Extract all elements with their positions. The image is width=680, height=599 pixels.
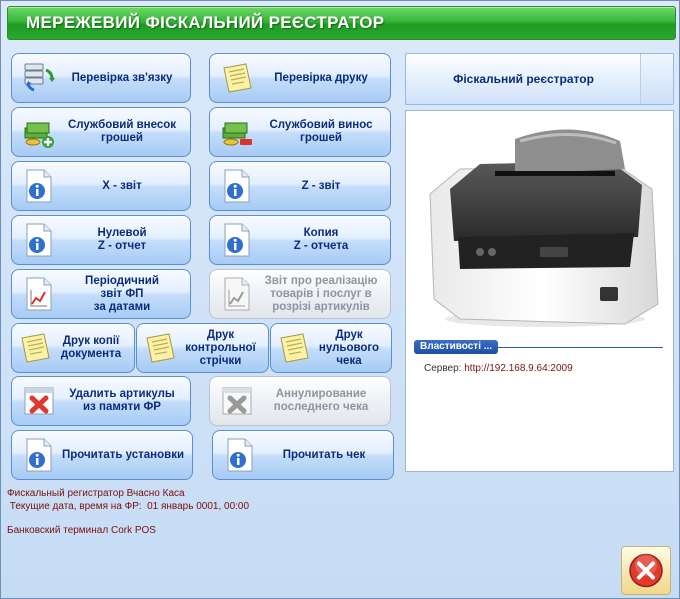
check-connection-label: Перевірка зв'язку xyxy=(71,71,173,84)
money-remove-icon xyxy=(220,114,254,150)
cash-out-button[interactable]: Службовий винос грошей xyxy=(209,107,391,157)
cash-out-label: Службовий винос грошей xyxy=(269,119,373,144)
server-value: http://192.168.9.64:2009 xyxy=(464,363,573,374)
server-label: Сервер: xyxy=(424,363,462,374)
read-settings-label: Прочитать установки xyxy=(61,448,185,461)
properties-divider xyxy=(498,347,663,348)
datetime-label: Текущие дата, время на ФР: xyxy=(7,501,142,512)
x-report-label: X - звіт xyxy=(102,179,142,192)
device-panel: Властивості ... Сервер: http://192.168.9… xyxy=(405,110,674,472)
device-panel-header[interactable]: Фіскальний реєстратор xyxy=(405,53,674,105)
device-panel-title: Фіскальний реєстратор xyxy=(453,72,594,86)
z-report-button[interactable]: Z - звіт xyxy=(209,161,391,211)
read-settings-button[interactable]: Прочитать установки xyxy=(11,430,193,480)
title-bar: МЕРЕЖЕВИЙ ФІСКАЛЬНИЙ РЕЄСТРАТОР xyxy=(7,6,676,40)
print-zero-check-button[interactable]: Друк нульового чека xyxy=(270,323,392,373)
delete-articles-label: Удалить артикулы из памяти ФР xyxy=(69,388,175,413)
delete-x-icon xyxy=(22,383,56,419)
info-document-icon xyxy=(220,222,254,258)
check-print-label: Перевірка друку xyxy=(274,71,368,84)
info-document-icon xyxy=(22,222,56,258)
info-document-icon xyxy=(223,437,257,473)
close-red-x-icon xyxy=(629,553,663,588)
receipt-printer-image xyxy=(429,129,659,327)
window-title: МЕРЕЖЕВИЙ ФІСКАЛЬНИЙ РЕЄСТРАТОР xyxy=(26,13,385,32)
notepad-icon xyxy=(18,330,52,366)
info-document-icon xyxy=(22,437,56,473)
money-add-icon xyxy=(22,114,56,150)
delete-articles-button[interactable]: Удалить артикулы из памяти ФР xyxy=(11,376,191,426)
delete-x-icon xyxy=(220,383,254,419)
datetime-value: 01 январь 0001, 00:00 xyxy=(147,501,250,512)
datetime-row: Текущие дата, время на ФР: 01 январь 000… xyxy=(7,501,249,512)
check-connection-button[interactable]: Перевірка зв'язку xyxy=(11,53,191,103)
print-control-tape-button[interactable]: Друк контрольної стрічки xyxy=(136,323,269,373)
zero-z-report-label: Нулевой Z - отчет xyxy=(97,227,147,252)
zero-z-report-button[interactable]: Нулевой Z - отчет xyxy=(11,215,191,265)
cash-in-label: Службовий внесок грошей xyxy=(67,119,177,144)
check-print-button[interactable]: Перевірка друку xyxy=(209,53,391,103)
copy-z-report-button[interactable]: Копия Z - отчета xyxy=(209,215,391,265)
notepad-icon xyxy=(277,330,311,366)
print-document-copy-button[interactable]: Друк копії документа xyxy=(11,323,135,373)
z-report-label: Z - звіт xyxy=(301,179,341,192)
cancel-last-check-button[interactable]: Аннулирование последнего чека xyxy=(209,376,391,426)
periodic-report-label: Періодичний звіт ФП за датами xyxy=(85,274,159,313)
periodic-report-button[interactable]: Періодичний звіт ФП за датами xyxy=(11,269,191,319)
server-row: Сервер: http://192.168.9.64:2009 xyxy=(424,363,573,374)
cash-in-button[interactable]: Службовий внесок грошей xyxy=(11,107,191,157)
notepad-icon xyxy=(220,60,254,96)
panel-side-tab[interactable] xyxy=(640,54,673,104)
print-zero-check-label: Друк нульового чека xyxy=(318,328,380,367)
chart-document-icon xyxy=(220,276,254,312)
copy-z-report-label: Копия Z - отчета xyxy=(293,227,349,252)
properties-link[interactable]: Властивості ... xyxy=(414,340,499,354)
info-document-icon xyxy=(22,168,56,204)
print-control-tape-label: Друк контрольної стрічки xyxy=(185,328,256,367)
chart-document-icon xyxy=(22,276,56,312)
read-check-button[interactable]: Прочитать чек xyxy=(212,430,394,480)
close-button[interactable] xyxy=(621,546,671,595)
sales-report-label: Звіт про реалізацію товарів і послуг в р… xyxy=(264,274,378,313)
server-sync-icon xyxy=(22,60,56,96)
main-window: МЕРЕЖЕВИЙ ФІСКАЛЬНИЙ РЕЄСТРАТОР Перевірк… xyxy=(0,0,680,599)
cancel-last-check-label: Аннулирование последнего чека xyxy=(273,388,369,413)
read-check-label: Прочитать чек xyxy=(282,448,366,461)
info-document-icon xyxy=(220,168,254,204)
print-document-copy-label: Друк копії документа xyxy=(60,335,122,360)
bank-terminal-name: Банковский терминал Cork POS xyxy=(7,525,156,536)
x-report-button[interactable]: X - звіт xyxy=(11,161,191,211)
sales-report-button[interactable]: Звіт про реалізацію товарів і послуг в р… xyxy=(209,269,391,319)
notepad-icon xyxy=(143,330,177,366)
fiscal-registrar-name: Фискальный регистратор Вчасно Каса xyxy=(7,488,185,499)
